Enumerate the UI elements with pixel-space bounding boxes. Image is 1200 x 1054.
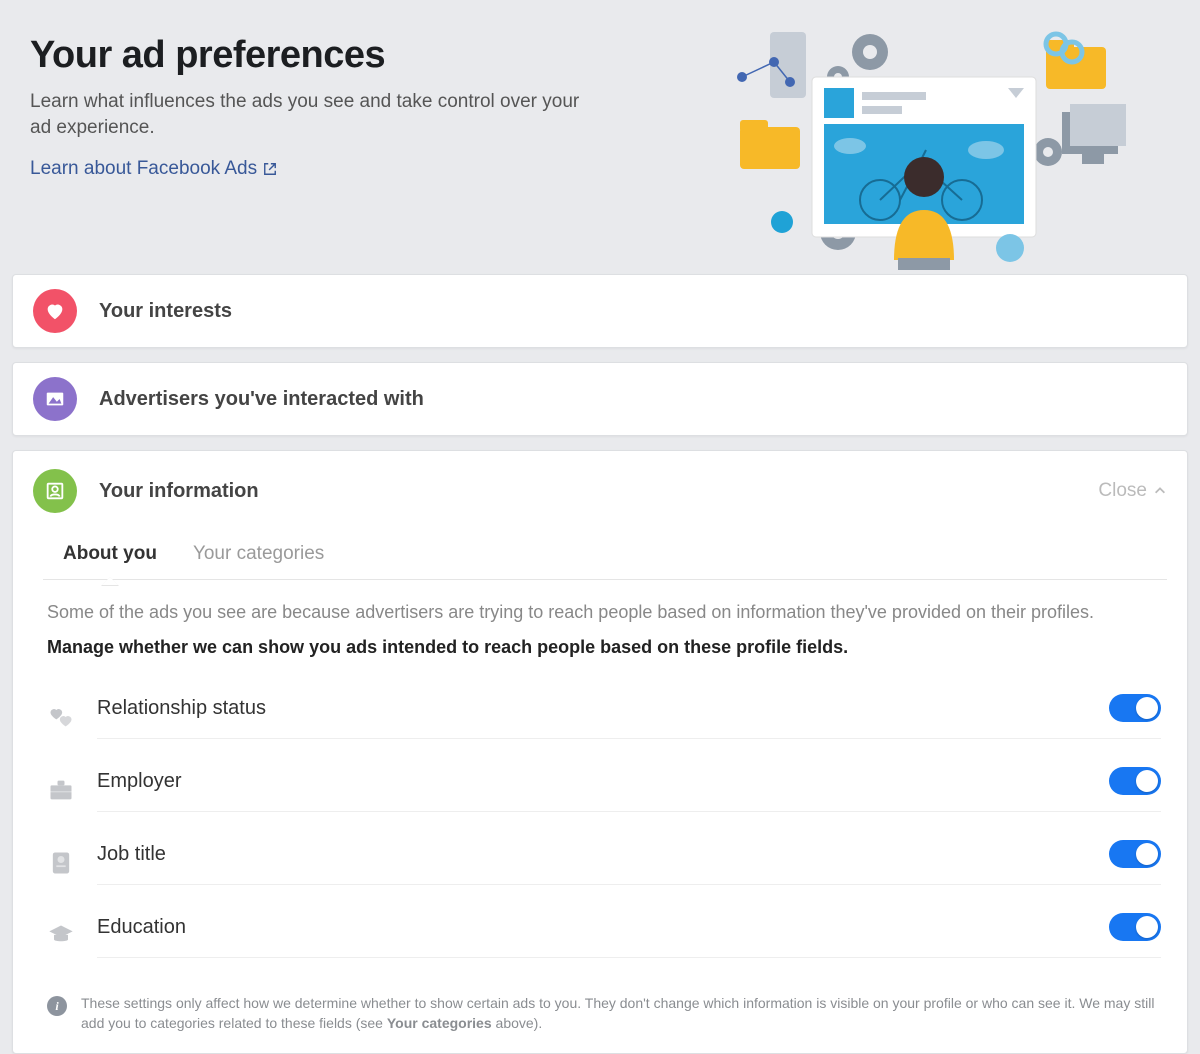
section-header[interactable]: Your information Close [13,451,1187,529]
footnote-bold: Your categories [387,1015,492,1031]
heart-icon [33,289,77,333]
field-label: Relationship status [97,697,1109,720]
learn-about-ads-link[interactable]: Learn about Facebook Ads [30,158,277,180]
close-label: Close [1098,480,1147,502]
toggle-education[interactable] [1109,913,1161,941]
footnote-post: above). [492,1015,543,1031]
toggle-job-title[interactable] [1109,840,1161,868]
description-line-1: Some of the ads you see are because adve… [47,602,1161,623]
external-link-icon [263,162,277,176]
toggle-employer[interactable] [1109,767,1161,795]
briefcase-icon [47,776,75,804]
info-icon: i [47,996,67,1016]
chevron-up-icon [1153,484,1167,498]
section-title: Advertisers you've interacted with [99,388,1167,411]
learn-link-label: Learn about Facebook Ads [30,158,257,180]
section-title: Your interests [99,300,1167,323]
footnote-text: These settings only affect how we determ… [81,994,1161,1033]
hero-illustration [730,22,1160,272]
tab-about-you[interactable]: About you [63,529,157,579]
description-line-2: Manage whether we can show you ads inten… [47,637,1161,658]
profile-card-icon [33,469,77,513]
ad-preferences-page: Your ad preferences Learn what influence… [0,0,1200,1054]
field-job-title: Job title [47,826,1161,899]
tab-body-about-you: Some of the ads you see are because adve… [13,580,1187,982]
field-label: Employer [97,770,1109,793]
close-section-button[interactable]: Close [1098,480,1167,502]
hero-text: Your ad preferences Learn what influence… [30,34,590,180]
field-education: Education [47,899,1161,972]
section-your-information: Your information Close About you Your ca… [12,450,1188,1054]
footnote-pre: These settings only affect how we determ… [81,995,1154,1031]
field-relationship-status: Relationship status [47,680,1161,753]
section-title: Your information [99,480,1098,503]
page-subtitle: Learn what influences the ads you see an… [30,89,590,140]
page-title: Your ad preferences [30,34,590,77]
field-label: Education [97,916,1109,939]
toggle-relationship-status[interactable] [1109,694,1161,722]
badge-icon [47,849,75,877]
field-employer: Employer [47,753,1161,826]
field-label: Job title [97,843,1109,866]
tabs: About you Your categories [43,529,1167,580]
footnote-row: i These settings only affect how we dete… [13,982,1187,1053]
hearts-icon [47,703,75,731]
section-your-interests[interactable]: Your interests [12,274,1188,348]
tab-your-categories[interactable]: Your categories [193,529,324,579]
picture-icon [33,377,77,421]
hero: Your ad preferences Learn what influence… [0,0,1200,274]
section-advertisers[interactable]: Advertisers you've interacted with [12,362,1188,436]
graduation-cap-icon [47,922,75,950]
